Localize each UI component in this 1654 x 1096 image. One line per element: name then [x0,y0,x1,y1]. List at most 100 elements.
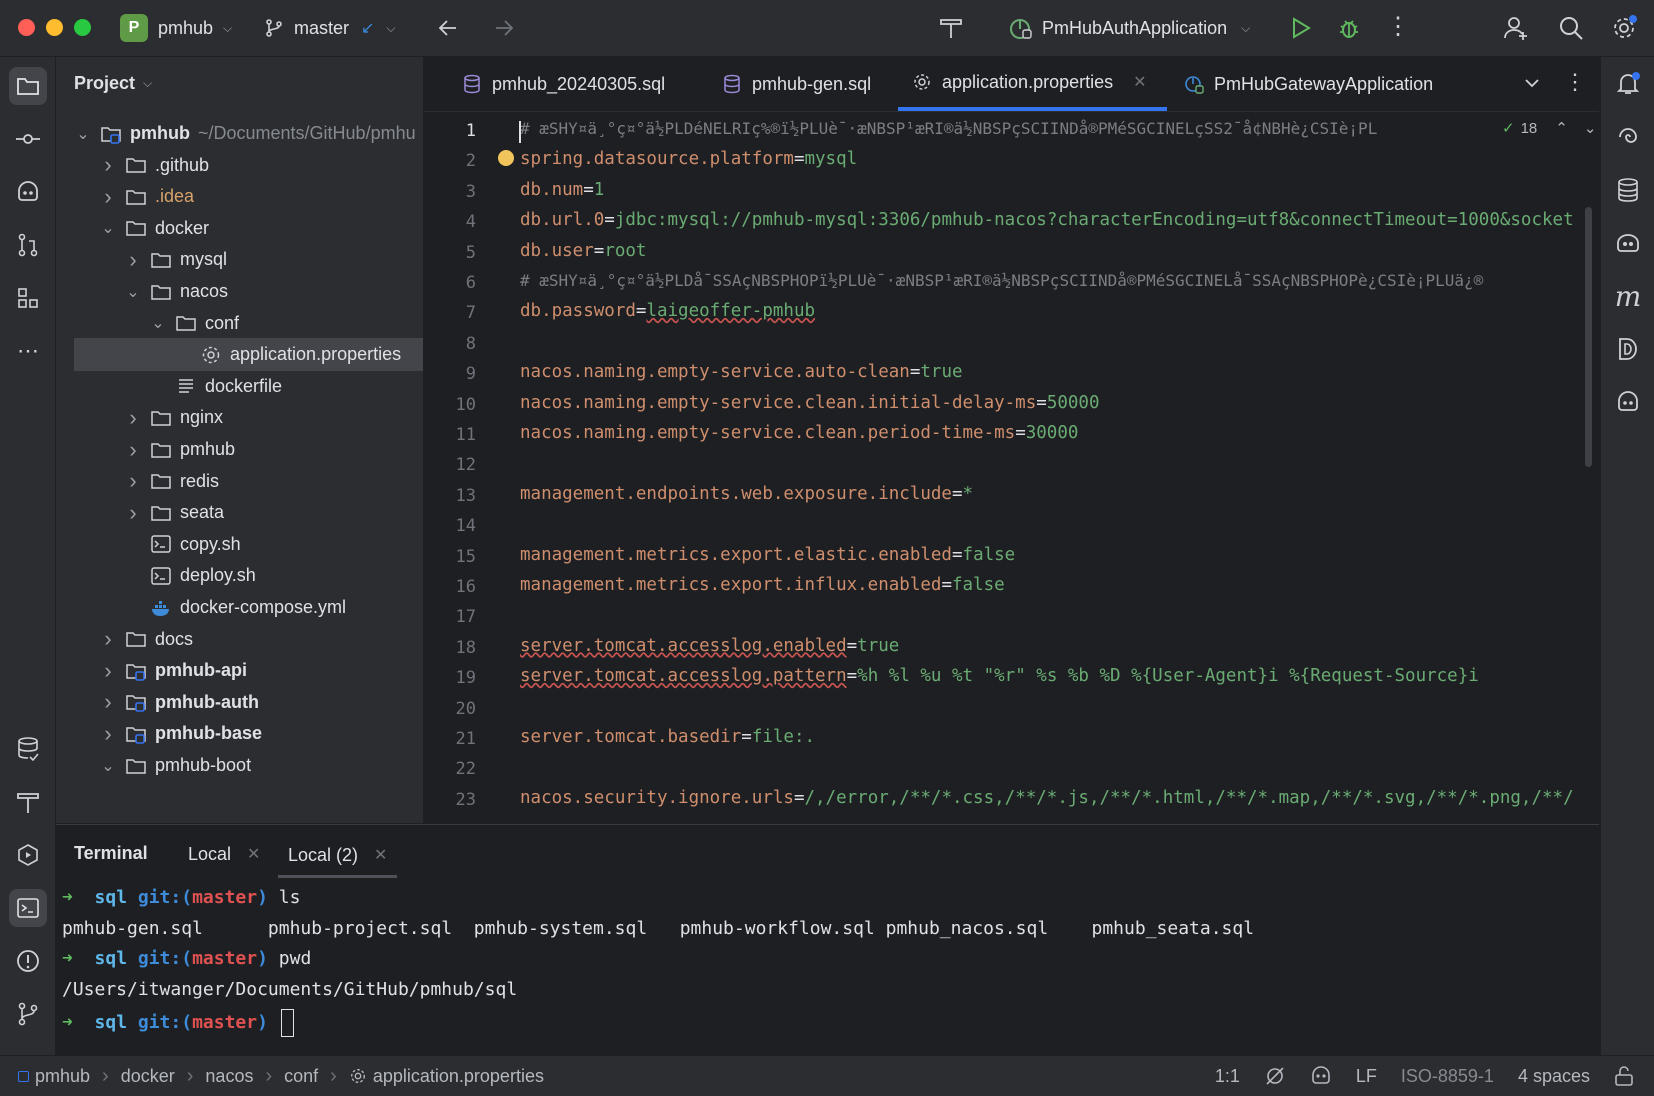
chevron-right-icon[interactable]: › [126,247,140,273]
inspections-off-icon[interactable] [1264,1065,1286,1087]
tree-folder-docs[interactable]: › docs [56,623,423,656]
tree-file-docker-compose-yml[interactable]: docker-compose.yml [56,591,423,624]
breadcrumb-item[interactable]: application.properties [373,1066,544,1087]
commit-icon[interactable] [9,120,47,158]
chevron-right-icon[interactable]: › [101,658,115,684]
project-view-selector[interactable]: Project ⌵ [74,73,152,94]
more-actions-icon[interactable]: ⋮ [1386,14,1410,40]
notifications-bell-icon[interactable] [1609,65,1647,103]
tab-application-properties[interactable]: application.properties ✕ [898,57,1167,111]
tree-folder-nacos[interactable]: ⌄ nacos [56,275,423,308]
build-hammer-icon[interactable] [9,783,47,821]
tree-folder--idea[interactable]: › .idea [56,180,423,213]
structure-icon[interactable] [9,279,47,317]
tree-folder-pmhub-api[interactable]: › pmhub-api [56,654,423,687]
close-icon[interactable]: ✕ [1133,72,1146,92]
breadcrumb-item[interactable]: docker [121,1066,175,1087]
settings-gear-icon[interactable] [1610,14,1638,42]
vcs-branch-widget[interactable]: master ↙ ⌵ [264,12,396,44]
tree-folder-mysql[interactable]: › mysql [56,243,423,276]
indent-setting[interactable]: 4 spaces [1518,1066,1590,1087]
code-area[interactable]: # æSHY¤ä¸°ç¤°ä½PLDéNELRIç%®ï½PLUè¯·æNBSP… [424,113,1599,823]
breadcrumb-item[interactable]: pmhub [35,1066,90,1087]
forward-arrow-icon[interactable] [492,16,516,40]
tree-folder-docker[interactable]: ⌄ docker [56,212,423,245]
inspection-widget[interactable]: ✓ 18 ⌃ ⌄ [1496,117,1599,139]
editor-scrollbar[interactable] [1585,207,1592,467]
tree-file-deploy-sh[interactable]: deploy.sh [56,559,423,592]
chevron-down-icon[interactable]: ⌄ [101,756,115,776]
tree-folder-pmhub-base[interactable]: › pmhub-base [56,717,423,750]
dependencies-d-icon[interactable] [1609,330,1647,368]
database-icon[interactable] [1609,171,1647,209]
code-line[interactable]: management.metrics.export.elastic.enable… [520,545,1015,565]
minimize-window-button[interactable] [46,19,63,36]
tree-file-copy-sh[interactable]: copy.sh [56,528,423,561]
code-line[interactable]: nacos.naming.empty-service.auto-clean=tr… [520,362,963,382]
tree-folder-pmhub-auth[interactable]: › pmhub-auth [56,686,423,719]
tree-file-dockerfile[interactable]: dockerfile [56,370,423,403]
ai-assistant-icon[interactable] [1310,1065,1332,1087]
code-line[interactable]: db.user=root [520,241,646,261]
code-line[interactable]: server.tomcat.basedir=file:. [520,727,815,747]
ai-assistant-icon[interactable] [9,173,47,211]
maximize-window-button[interactable] [74,19,91,36]
code-line[interactable]: spring.datasource.platform=mysql [520,149,857,169]
close-window-button[interactable] [18,19,35,36]
code-line[interactable]: db.password=laigeoffer-pmhub [520,301,815,321]
services-icon[interactable] [9,836,47,874]
run-icon[interactable] [1290,16,1312,40]
code-line[interactable]: management.endpoints.web.exposure.includ… [520,484,973,504]
add-user-icon[interactable] [1502,14,1530,42]
code-line[interactable]: nacos.naming.empty-service.clean.initial… [520,393,1100,413]
chevron-down-icon[interactable]: ⌄ [126,282,140,302]
caret-position[interactable]: 1:1 [1215,1066,1240,1087]
debug-bug-icon[interactable] [1336,15,1362,41]
file-encoding[interactable]: ISO-8859-1 [1401,1066,1494,1087]
chevron-right-icon[interactable]: › [101,721,115,747]
chevron-down-icon[interactable]: ⌄ [151,313,165,333]
tree-folder-pmhub[interactable]: › pmhub [56,433,423,466]
code-line[interactable]: server.tomcat.accesslog.enabled=true [520,636,899,656]
problems-icon[interactable] [9,942,47,980]
code-line[interactable]: # æSHY¤ä¸°ç¤°ä½PLDå¯SSAçNBSPHOPï½PLUè¯·æ… [520,271,1483,291]
tab-pmhub-20240305-sql[interactable]: pmhub_20240305.sql [462,57,665,111]
tree-folder-redis[interactable]: › redis [56,465,423,498]
tabs-dropdown-icon[interactable] [1522,73,1542,93]
tab-pmhub-gen-sql[interactable]: pmhub-gen.sql [722,57,871,111]
breadcrumb-item[interactable]: nacos [205,1066,253,1087]
lock-open-icon[interactable] [1614,1065,1634,1087]
maven-icon[interactable]: m [1609,277,1647,315]
line-separator[interactable]: LF [1356,1066,1377,1087]
tree-folder-conf[interactable]: ⌄ conf [56,307,423,340]
tree-folder--github[interactable]: › .github [56,149,423,182]
chevron-right-icon[interactable]: › [126,500,140,526]
chevron-right-icon[interactable]: › [126,405,140,431]
run-configuration-selector[interactable]: PmHubAuthApplication ⌵ [1008,12,1250,44]
lightbulb-icon[interactable] [498,150,514,166]
code-line[interactable]: db.num=1 [520,180,604,200]
back-arrow-icon[interactable] [436,16,460,40]
tree-folder-pmhub-boot[interactable]: ⌄ pmhub-boot [56,749,423,782]
database-icon[interactable] [9,730,47,768]
project-switcher[interactable]: P pmhub ⌵ [120,12,232,44]
breadcrumb-item[interactable]: conf [284,1066,318,1087]
tab-actions-icon[interactable]: ⋮ [1564,69,1586,95]
code-line[interactable]: management.metrics.export.influx.enabled… [520,575,1005,595]
next-highlight-icon[interactable]: ⌄ [1584,119,1597,137]
copilot-chat-icon[interactable] [1609,224,1647,262]
chevron-right-icon[interactable]: › [126,437,140,463]
chevron-right-icon[interactable]: › [101,184,115,210]
terminal-icon[interactable] [9,889,47,927]
code-line[interactable]: db.url.0=jdbc:mysql://pmhub-mysql:3306/p… [520,210,1574,230]
project-folder-icon[interactable] [9,67,47,105]
previous-highlight-icon[interactable]: ⌃ [1555,119,1568,137]
terminal-tab-local-2[interactable]: Local (2) ✕ [278,835,398,878]
tree-folder-nginx[interactable]: › nginx [56,401,423,434]
terminal-tab-local[interactable]: Local ✕ [188,839,260,869]
tree-folder-pmhub[interactable]: ⌄ pmhub ~/Documents/GitHub/pmhu [56,117,423,150]
pull-requests-icon[interactable] [9,226,47,264]
chevron-right-icon[interactable]: › [101,152,115,178]
search-icon[interactable] [1558,15,1584,41]
tree-folder-seata[interactable]: › seata [56,496,423,529]
